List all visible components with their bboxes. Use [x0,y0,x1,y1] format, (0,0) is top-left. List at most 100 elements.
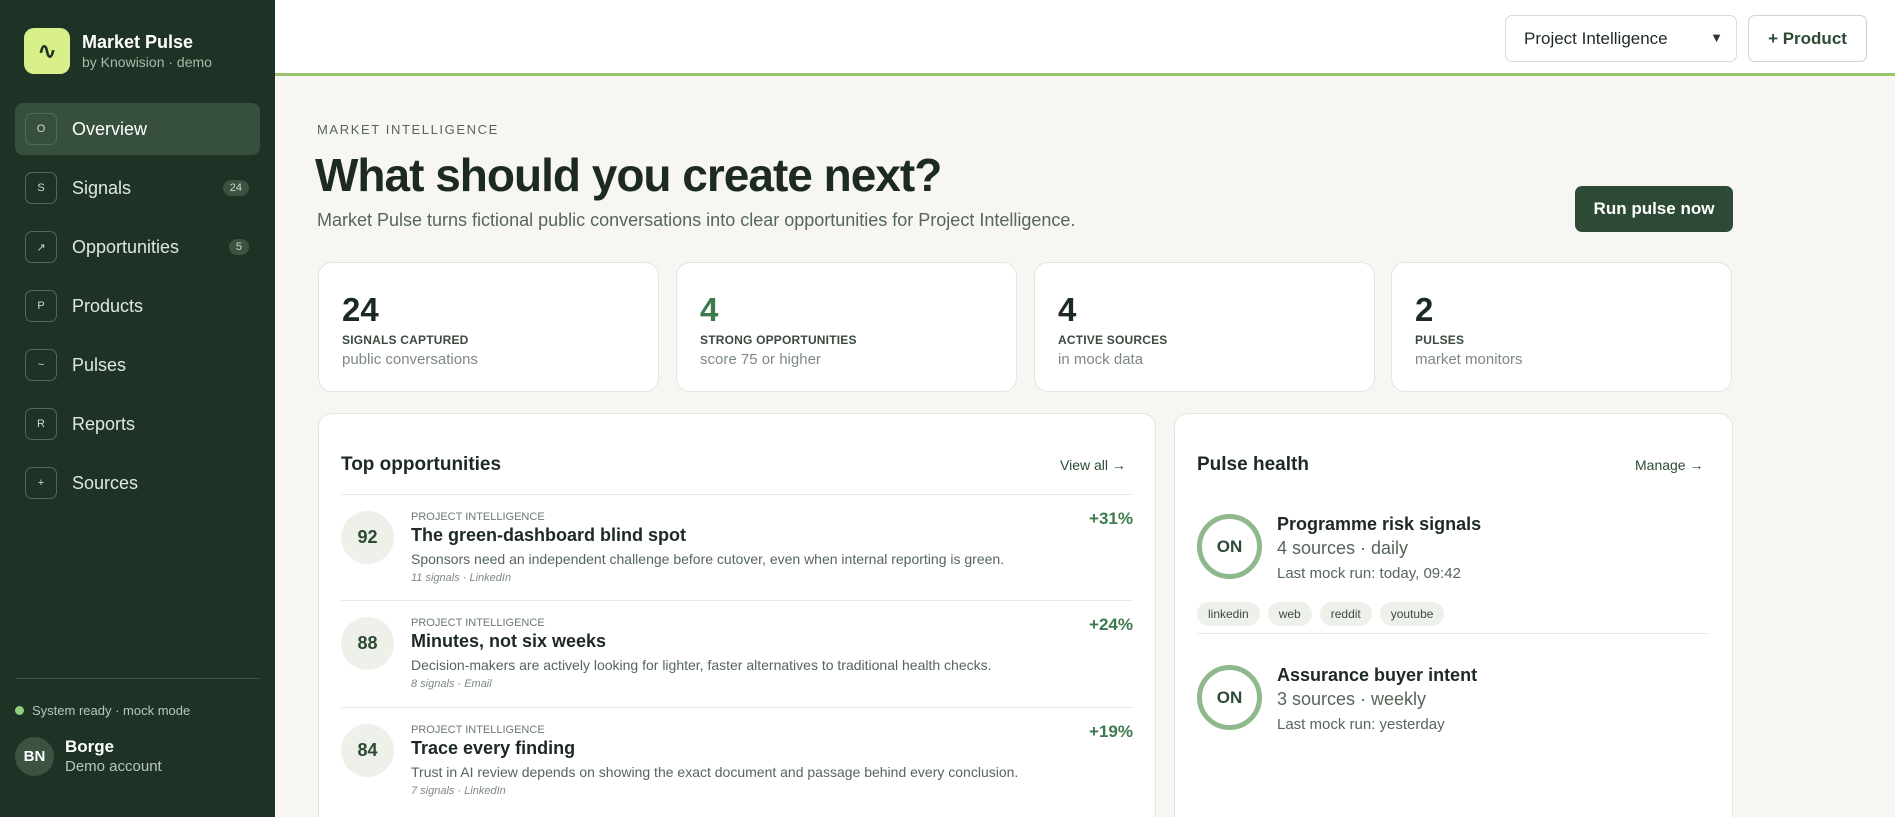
opportunity-description: Trust in AI review depends on showing th… [411,764,1019,780]
user-role: Demo account [65,758,162,775]
reports-icon: R [25,408,57,440]
opportunity-score: 88 [341,617,394,670]
status-text: System ready · mock mode [32,703,191,718]
product-select[interactable]: Project Intelligence ▼ [1505,15,1737,62]
stat-label: SIGNALS CAPTURED [342,333,469,347]
sidebar-item-label: Reports [72,413,136,434]
sidebar-item-opportunities[interactable]: ↗ Opportunities 5 [15,221,260,273]
opportunity-meta: 11 signals · LinkedIn [411,572,512,584]
pulse-status-ring: ON [1197,514,1262,579]
sidebar-item-overview[interactable]: O Overview [15,103,260,155]
opportunity-row[interactable]: 92 PROJECT INTELLIGENCE The green-dashbo… [341,494,1133,600]
manage-link[interactable]: Manage → [1635,457,1703,473]
divider [1197,633,1708,634]
trend-arrow-icon: ↗ [25,231,57,263]
status-dot-icon [15,706,24,715]
signals-count-badge: 24 [222,180,249,196]
sidebar-item-sources[interactable]: + Sources [15,457,260,509]
overview-icon: O [25,113,57,145]
chevron-down-icon: ▼ [1710,30,1723,45]
system-status: System ready · mock mode [15,703,190,718]
opportunity-score: 84 [341,724,394,777]
sidebar-item-signals[interactable]: S Signals 24 [15,162,260,214]
opportunity-delta: +19% [1089,722,1133,741]
stat-value: 2 [1415,291,1434,328]
sidebar-item-label: Pulses [72,354,127,375]
pulse-name: Assurance buyer intent [1277,665,1478,685]
page-title: What should you create next? [315,149,942,201]
avatar: BN [15,737,54,776]
sidebar-item-label: Opportunities [72,236,180,257]
plus-icon: + [25,467,57,499]
brand-name: Market Pulse [82,32,194,52]
opportunity-category: PROJECT INTELLIGENCE [411,617,545,629]
top-bar: Project Intelligence ▼ + Product [275,0,1895,76]
sidebar-item-pulses[interactable]: ~ Pulses [15,339,260,391]
stat-value: 4 [1058,291,1077,328]
stat-label: ACTIVE SOURCES [1058,333,1168,347]
signals-icon: S [25,172,57,204]
pulse-status-ring: ON [1197,665,1262,730]
pulse-last-run: Last mock run: yesterday [1277,716,1445,733]
opportunity-row[interactable]: 88 PROJECT INTELLIGENCE Minutes, not six… [341,600,1133,706]
section-eyebrow: MARKET INTELLIGENCE [317,122,499,137]
source-tag: reddit [1319,602,1372,626]
stat-subtext: market monitors [1415,351,1523,368]
sidebar-item-products[interactable]: P Products [15,280,260,332]
panel-title: Pulse health [1197,454,1309,475]
products-icon: P [25,290,57,322]
pulse-logo-icon: ∿ [24,28,70,74]
source-tag: web [1267,602,1312,626]
opportunity-delta: +24% [1089,615,1133,634]
stat-subtext: public conversations [342,351,478,368]
stat-card-opportunities: 4 STRONG OPPORTUNITIES score 75 or highe… [676,262,1017,392]
opportunity-description: Decision-makers are actively looking for… [411,657,992,673]
opportunity-delta: +31% [1089,509,1133,528]
pulse-health-panel: Pulse health Manage → ON Programme risk … [1174,413,1733,817]
sidebar-item-label: Overview [72,118,148,139]
pulse-sources: 4 sources · daily [1277,538,1409,558]
opportunity-category: PROJECT INTELLIGENCE [411,724,545,736]
opportunity-description: Sponsors need an independent challenge b… [411,551,1005,567]
source-tag: linkedin [1197,602,1260,626]
stat-label: STRONG OPPORTUNITIES [700,333,857,347]
sidebar-item-label: Signals [72,177,132,198]
run-pulse-button[interactable]: Run pulse now [1575,186,1733,232]
opportunity-meta: 7 signals · LinkedIn [411,785,506,797]
opportunity-title: Minutes, not six weeks [411,631,607,651]
sidebar-item-label: Sources [72,472,139,493]
stat-card-signals: 24 SIGNALS CAPTURED public conversations [318,262,659,392]
opportunity-title: Trace every finding [411,738,576,758]
user-account[interactable]: BN Borge Demo account [15,737,162,776]
pulse-sources: 3 sources · weekly [1277,689,1427,709]
pulse-source-tags: linkedin web reddit youtube [1197,602,1452,626]
page-subtitle: Market Pulse turns fictional public conv… [317,210,1076,230]
stat-subtext: score 75 or higher [700,351,821,368]
opportunity-category: PROJECT INTELLIGENCE [411,511,545,523]
opportunity-title: The green-dashboard blind spot [411,525,687,545]
stat-label: PULSES [1415,333,1465,347]
brand[interactable]: ∿ Market Pulse by Knowision · demo [24,28,212,74]
opportunity-row[interactable]: 84 PROJECT INTELLIGENCE Trace every find… [341,707,1133,813]
sidebar: ∿ Market Pulse by Knowision · demo O Ove… [0,0,275,817]
sidebar-divider [15,678,260,679]
add-product-button[interactable]: + Product [1748,15,1867,62]
view-all-link[interactable]: View all → [1060,457,1126,473]
opportunity-meta: 8 signals · Email [411,678,492,690]
stat-subtext: in mock data [1058,351,1144,368]
pulse-last-run: Last mock run: today, 09:42 [1277,565,1461,582]
opportunity-score: 92 [341,511,394,564]
opportunities-count-badge: 5 [228,239,249,255]
sidebar-nav: O Overview S Signals 24 ↗ Opportunities … [15,103,260,516]
stat-card-sources: 4 ACTIVE SOURCES in mock data [1034,262,1375,392]
wave-icon: ~ [25,349,57,381]
stat-card-pulses: 2 PULSES market monitors [1391,262,1732,392]
sidebar-item-reports[interactable]: R Reports [15,398,260,450]
product-select-value: Project Intelligence [1524,28,1668,48]
stat-value: 4 [700,291,719,328]
user-name: Borge [65,737,115,756]
brand-subtitle: by Knowision · demo [82,54,212,70]
stat-value: 24 [342,291,379,328]
sidebar-item-label: Products [72,295,144,316]
panel-title: Top opportunities [341,454,502,475]
